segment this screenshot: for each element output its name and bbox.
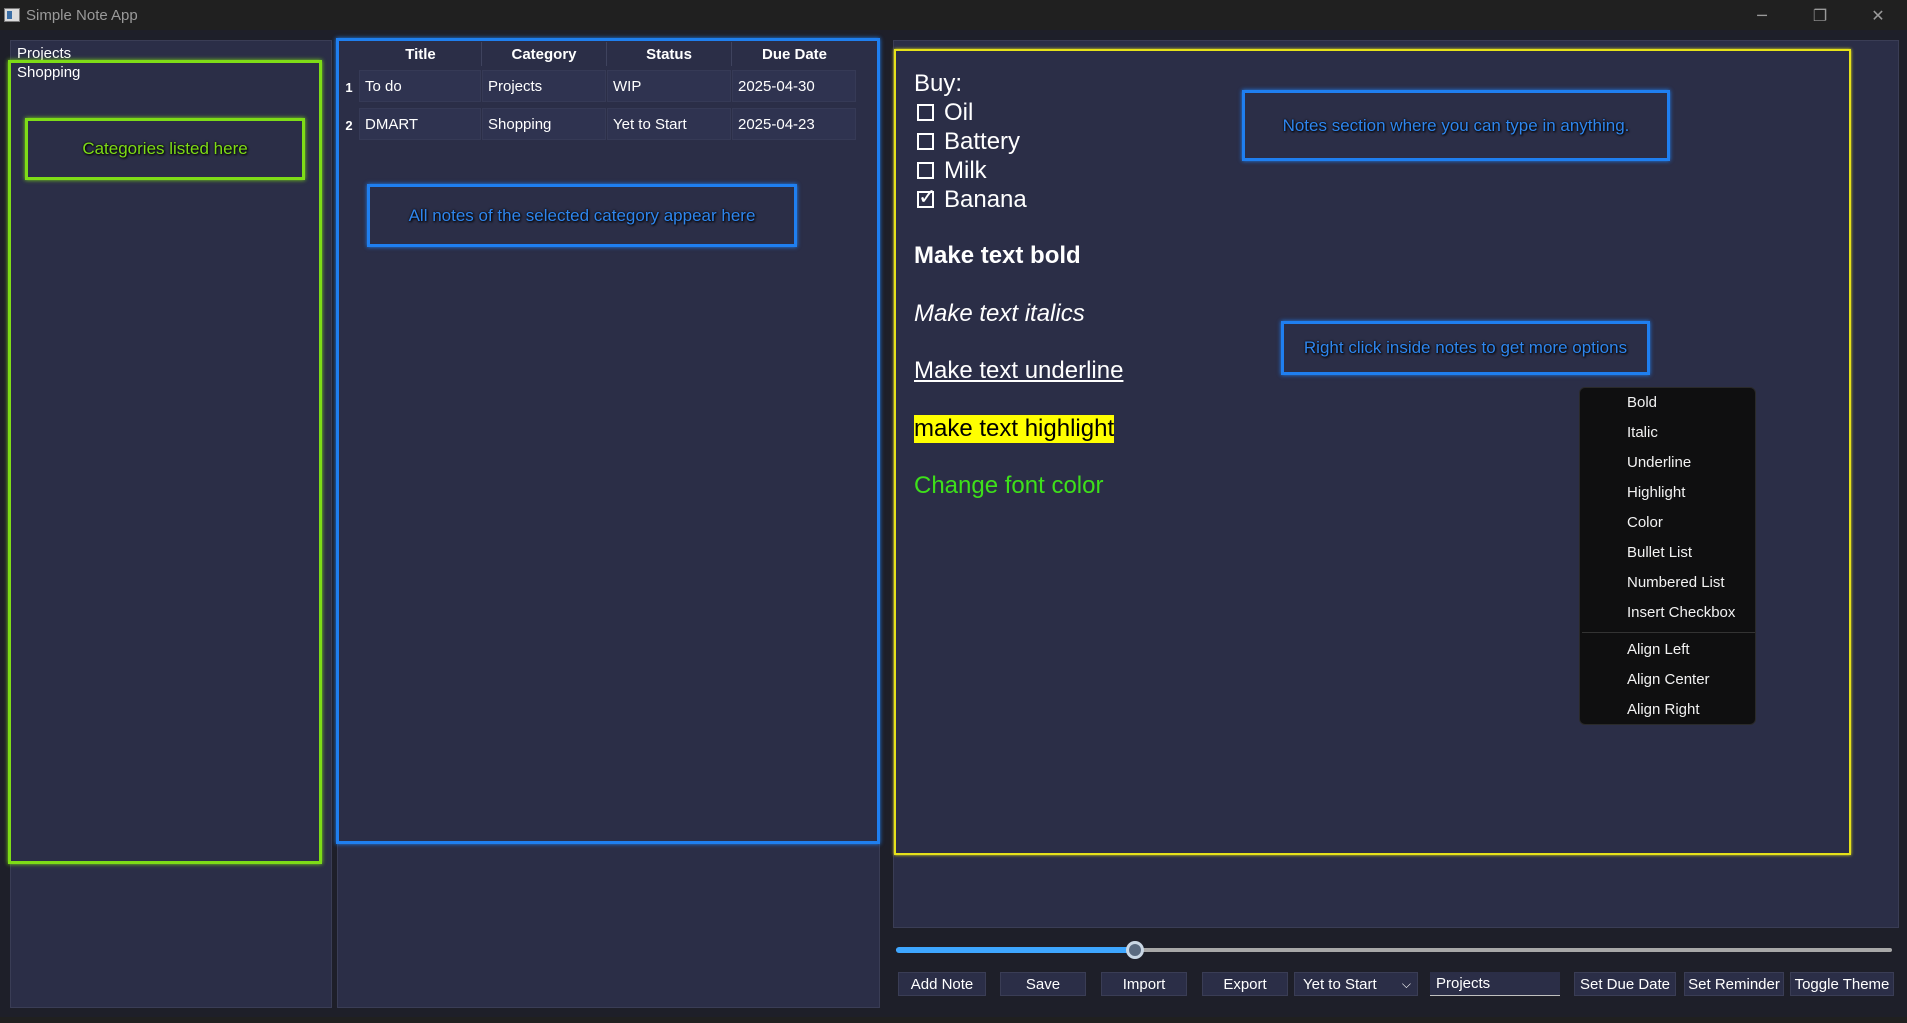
- add-note-button[interactable]: Add Note: [898, 972, 986, 996]
- save-button[interactable]: Save: [1000, 972, 1086, 996]
- bottom-edge: [0, 1017, 1907, 1023]
- close-icon[interactable]: ✕: [1849, 0, 1907, 30]
- window-title: Simple Note App: [26, 6, 138, 24]
- export-button[interactable]: Export: [1202, 972, 1288, 996]
- notes-list-callout-text: All notes of the selected category appea…: [408, 205, 756, 225]
- menu-item-underline[interactable]: Underline: [1627, 454, 1691, 471]
- notes-section-callout-text: Notes section where you can type in anyt…: [1282, 115, 1630, 135]
- status-dropdown[interactable]: Yet to Start ⌵: [1294, 972, 1418, 996]
- restore-icon[interactable]: ❐: [1791, 0, 1849, 30]
- menu-item-align-left[interactable]: Align Left: [1627, 641, 1690, 658]
- menu-item-insert-checkbox[interactable]: Insert Checkbox: [1627, 604, 1735, 621]
- category-input[interactable]: Projects: [1430, 972, 1560, 996]
- chevron-down-icon: ⌵: [1401, 977, 1411, 991]
- title-bar: Simple Note App ─ ❐ ✕: [0, 0, 1907, 30]
- toggle-theme-button[interactable]: Toggle Theme: [1790, 972, 1894, 996]
- import-button[interactable]: Import: [1101, 972, 1187, 996]
- minimize-icon[interactable]: ─: [1733, 0, 1791, 30]
- right-click-callout-text: Right click inside notes to get more opt…: [1303, 338, 1628, 357]
- notes-list-highlight-box: [336, 38, 880, 844]
- categories-callout-text: Categories listed here: [82, 139, 248, 158]
- context-menu: Bold Italic Underline Highlight Color Bu…: [1579, 387, 1756, 725]
- menu-item-align-center[interactable]: Align Center: [1627, 671, 1710, 688]
- set-due-date-button[interactable]: Set Due Date: [1574, 972, 1676, 996]
- menu-item-bullet-list[interactable]: Bullet List: [1627, 544, 1692, 561]
- app-icon: [4, 8, 20, 22]
- menu-item-highlight[interactable]: Highlight: [1627, 484, 1685, 501]
- notes-list-callout-box: All notes of the selected category appea…: [367, 184, 797, 247]
- menu-item-color[interactable]: Color: [1627, 514, 1663, 531]
- categories-callout-box: Categories listed here: [25, 118, 305, 180]
- menu-item-align-right[interactable]: Align Right: [1627, 701, 1700, 718]
- menu-item-numbered-list[interactable]: Numbered List: [1627, 574, 1725, 591]
- right-click-callout-box: Right click inside notes to get more opt…: [1281, 321, 1650, 375]
- categories-highlight-box: [8, 60, 322, 864]
- status-dropdown-value: Yet to Start: [1303, 975, 1377, 993]
- notes-section-callout-box: Notes section where you can type in anyt…: [1242, 90, 1670, 161]
- menu-item-italic[interactable]: Italic: [1627, 424, 1658, 441]
- font-size-slider-thumb[interactable]: [1126, 941, 1145, 959]
- menu-separator: [1582, 632, 1755, 633]
- window-controls: ─ ❐ ✕: [1733, 0, 1907, 30]
- set-reminder-button[interactable]: Set Reminder: [1684, 972, 1784, 996]
- font-size-slider-fill: [896, 947, 1136, 953]
- menu-item-bold[interactable]: Bold: [1627, 394, 1657, 411]
